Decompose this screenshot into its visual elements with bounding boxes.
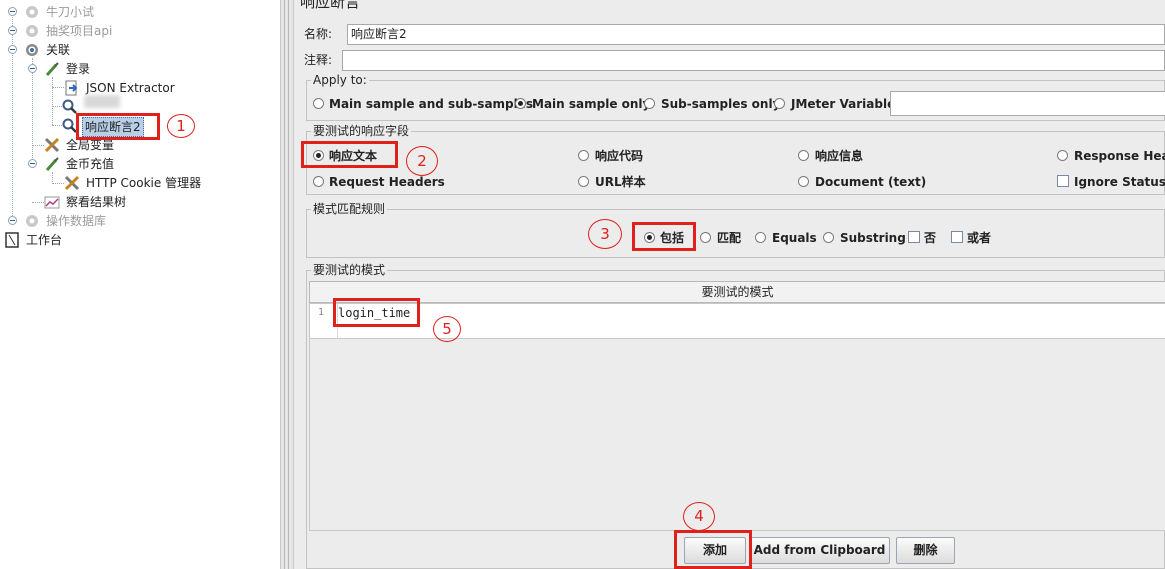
response-assertion-panel: 响应断言 名称: 响应断言2 注释: Apply to: Main sample… bbox=[300, 0, 1165, 569]
option-label: URL样本 bbox=[595, 175, 646, 189]
listener-graph-icon bbox=[44, 196, 60, 209]
radio-equals[interactable] bbox=[755, 232, 766, 243]
highlight-box bbox=[76, 113, 160, 140]
tree-item-label: 工作台 bbox=[26, 233, 63, 247]
match-rules-title: 模式匹配规则 bbox=[311, 202, 388, 216]
radio-url-sample[interactable] bbox=[578, 176, 589, 187]
option-label: Substring bbox=[840, 231, 906, 245]
config-tools-icon bbox=[64, 175, 80, 191]
or-checkbox[interactable] bbox=[951, 231, 963, 243]
comment-input[interactable] bbox=[342, 50, 1165, 71]
gear-disabled-icon bbox=[26, 6, 38, 18]
option-label: Main sample only bbox=[532, 97, 651, 111]
option-label: 或者 bbox=[967, 231, 992, 245]
add-from-clipboard-button[interactable]: Add from Clipboard bbox=[749, 537, 890, 564]
tree-connector bbox=[12, 9, 13, 218]
highlight-box bbox=[333, 298, 420, 327]
highlight-box bbox=[632, 222, 696, 251]
tree-item-label: 操作数据库 bbox=[46, 214, 107, 228]
name-label: 名称: bbox=[304, 27, 333, 41]
panel-splitter[interactable] bbox=[280, 0, 294, 569]
response-field-title: 要测试的响应字段 bbox=[311, 124, 412, 138]
radio-main-and-sub[interactable] bbox=[313, 98, 324, 109]
option-label: Sub-samples only bbox=[661, 97, 781, 111]
radio-substring[interactable] bbox=[823, 232, 834, 243]
collapse-toggle-icon[interactable] bbox=[28, 159, 37, 168]
apply-to-title: Apply to: bbox=[311, 73, 369, 87]
option-label: Request Headers bbox=[329, 175, 445, 189]
radio-jmeter-variable[interactable] bbox=[774, 98, 785, 109]
tree-connector bbox=[32, 202, 44, 203]
test-plan-tree[interactable]: 牛刀小试 抽奖项目api 关联 登录 JSON Extractor 响应断言2 … bbox=[0, 0, 280, 569]
option-label: JMeter Variable bbox=[791, 97, 896, 111]
expand-toggle-icon[interactable] bbox=[8, 7, 17, 16]
tree-item-label: HTTP Cookie 管理器 bbox=[86, 176, 202, 190]
apply-to-group: Apply to: Main sample and sub-samples Ma… bbox=[306, 73, 1165, 121]
tree-item-label: 牛刀小试 bbox=[46, 5, 95, 19]
not-checkbox[interactable] bbox=[908, 231, 920, 243]
radio-request-headers[interactable] bbox=[313, 176, 324, 187]
highlight-box bbox=[674, 530, 752, 569]
option-label: 否 bbox=[924, 231, 937, 245]
extractor-icon bbox=[65, 80, 78, 96]
collapse-toggle-icon[interactable] bbox=[8, 45, 17, 54]
option-label: Main sample and sub-samples bbox=[329, 97, 534, 111]
thread-group-gear-icon bbox=[26, 44, 38, 56]
gear-disabled-icon bbox=[26, 215, 38, 227]
radio-document-text[interactable] bbox=[798, 176, 809, 187]
patterns-title: 要测试的模式 bbox=[311, 263, 388, 277]
option-label: Response Headers bbox=[1074, 149, 1165, 163]
option-label: Equals bbox=[772, 231, 817, 245]
config-tools-icon bbox=[44, 137, 60, 153]
tree-item-label: 察看结果树 bbox=[66, 195, 127, 209]
tree-connector bbox=[52, 87, 64, 88]
patterns-group: 要测试的模式 要测试的模式 1 login_time bbox=[306, 263, 1165, 569]
collapse-toggle-icon[interactable] bbox=[28, 64, 37, 73]
name-input[interactable]: 响应断言2 bbox=[347, 24, 1165, 45]
option-label: 匹配 bbox=[717, 231, 742, 245]
radio-response-message[interactable] bbox=[798, 150, 809, 161]
tree-item-label: 关联 bbox=[46, 43, 71, 57]
highlight-box bbox=[301, 141, 398, 168]
option-label: Ignore Status bbox=[1074, 175, 1165, 189]
option-label: Document (text) bbox=[815, 175, 927, 189]
annotation-marker: 1 bbox=[167, 114, 195, 138]
panel-title: 响应断言 bbox=[300, 0, 361, 11]
gear-disabled-icon bbox=[26, 25, 38, 37]
patterns-column-header[interactable]: 要测试的模式 bbox=[309, 281, 1165, 303]
option-label: 响应信息 bbox=[815, 149, 864, 163]
tree-connector bbox=[32, 145, 44, 146]
line-number: 1 bbox=[318, 307, 325, 318]
ignore-status-checkbox[interactable] bbox=[1057, 175, 1069, 187]
annotation-marker: 2 bbox=[406, 146, 438, 176]
workbench-icon bbox=[5, 232, 19, 248]
match-rules-group: 模式匹配规则 包括 匹配 Equals Substring 否 或者 bbox=[306, 202, 1165, 258]
annotation-marker: 5 bbox=[433, 316, 461, 342]
sampler-pipette-icon bbox=[45, 62, 59, 77]
option-label: 响应代码 bbox=[595, 149, 644, 163]
tree-item-label: 抽奖项目api bbox=[46, 24, 113, 38]
expand-toggle-icon[interactable] bbox=[8, 26, 17, 35]
tree-connector bbox=[52, 77, 53, 125]
annotation-marker: 3 bbox=[588, 219, 622, 249]
annotation-marker: 4 bbox=[683, 502, 715, 531]
tree-item-label: 登录 bbox=[66, 62, 91, 76]
blurred-label bbox=[84, 95, 120, 108]
radio-response-headers[interactable] bbox=[1057, 150, 1068, 161]
expand-toggle-icon[interactable] bbox=[8, 216, 17, 225]
comment-label: 注释: bbox=[304, 53, 333, 67]
tree-item-label: 金币充值 bbox=[66, 157, 115, 171]
radio-response-code[interactable] bbox=[578, 150, 589, 161]
radio-main-only[interactable] bbox=[515, 98, 526, 109]
tree-connector bbox=[52, 183, 64, 184]
jmeter-variable-input[interactable] bbox=[890, 91, 1165, 116]
patterns-table-body bbox=[309, 339, 1165, 531]
sampler-pipette-icon bbox=[45, 157, 59, 172]
radio-matches[interactable] bbox=[700, 232, 711, 243]
radio-sub-only[interactable] bbox=[644, 98, 655, 109]
delete-button[interactable]: 删除 bbox=[896, 537, 955, 564]
